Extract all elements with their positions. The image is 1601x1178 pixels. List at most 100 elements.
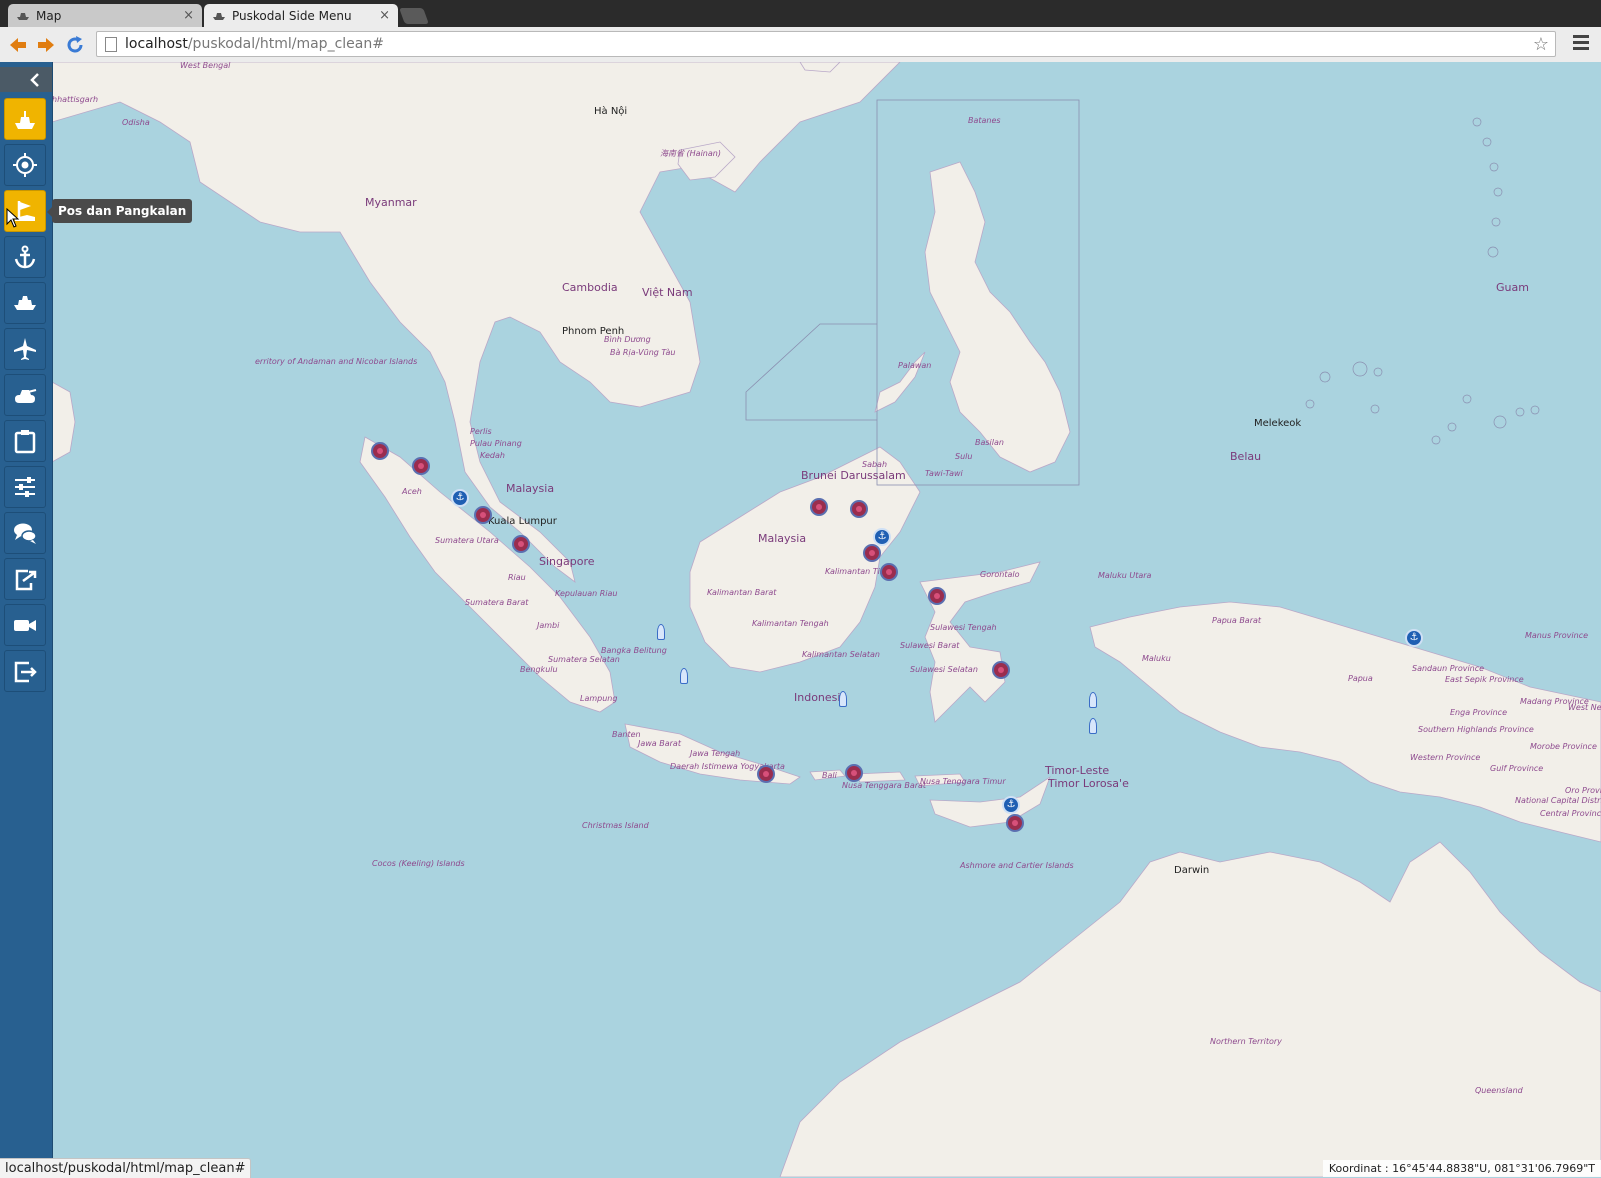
label-west-bengal: West Bengal — [180, 62, 231, 70]
menu-target-button[interactable] — [4, 144, 46, 186]
label-riau: Riau — [508, 573, 526, 582]
label-sulu: Sulu — [955, 452, 973, 461]
label-maluku-utara: Maluku Utara — [1098, 571, 1152, 580]
label-andaman: erritory of Andaman and Nicobar Islands — [255, 357, 418, 366]
label-southern-highlands: Southern Highlands Province — [1418, 725, 1534, 734]
label-ncd: National Capital District — [1515, 796, 1601, 805]
label-western-province: Western Province — [1410, 753, 1481, 762]
menu-anchor-button[interactable] — [4, 236, 46, 278]
ship-marker-icon[interactable] — [657, 624, 665, 640]
label-malaysia-east: Malaysia — [758, 532, 807, 545]
ship-marker-icon[interactable] — [680, 668, 688, 684]
menu-logout-button[interactable] — [4, 650, 46, 692]
base-marker[interactable] — [474, 506, 492, 524]
label-gulf-province: Gulf Province — [1490, 764, 1544, 773]
base-marker[interactable] — [880, 563, 898, 581]
base-marker[interactable] — [850, 500, 868, 518]
label-central-province: Central Province — [1540, 809, 1601, 818]
map-canvas[interactable]: West Bengal hhattisgarh Odisha Myanmar H… — [0, 62, 1601, 1177]
label-oro: Oro Province — [1565, 786, 1601, 795]
base-marker[interactable] — [810, 498, 828, 516]
reload-icon[interactable] — [64, 34, 86, 56]
ship-marker-icon[interactable] — [839, 691, 847, 707]
label-chhattisgarh: hhattisgarh — [52, 95, 99, 104]
anchor-marker-icon[interactable]: ⚓ — [1002, 796, 1020, 814]
label-darwin: Darwin — [1174, 865, 1210, 876]
anchor-icon — [14, 245, 36, 269]
label-malaysia-west: Malaysia — [506, 482, 555, 495]
anchor-marker-icon[interactable]: ⚓ — [1405, 629, 1423, 647]
menu-export-button[interactable] — [4, 558, 46, 600]
label-jawa-barat: Jawa Barat — [638, 739, 681, 748]
label-enga: Enga Province — [1450, 708, 1508, 717]
tab-label: Map — [36, 8, 62, 23]
tab-map[interactable]: Map × — [8, 4, 202, 27]
menu-camera-button[interactable] — [4, 604, 46, 646]
label-bali: Bali — [822, 771, 837, 780]
status-url: localhost/puskodal/html/map_clean# — [0, 1158, 252, 1178]
clipboard-icon — [14, 430, 36, 454]
label-kal-barat: Kalimantan Barat — [707, 588, 777, 597]
label-papua-barat: Papua Barat — [1212, 616, 1262, 625]
label-melekeok: Melekeok — [1254, 418, 1302, 429]
base-marker[interactable] — [412, 457, 430, 475]
anchor-marker-icon[interactable]: ⚓ — [873, 528, 891, 546]
airplane-icon — [14, 338, 36, 360]
back-icon[interactable] — [7, 34, 29, 56]
menu-tooltip: Pos dan Pangkalan — [46, 199, 193, 223]
label-tawi-tawi: Tawi-Tawi — [925, 469, 963, 478]
label-queensland: Queensland — [1475, 1086, 1523, 1095]
ship-marker-icon[interactable] — [1089, 692, 1097, 708]
ship-marker-icon[interactable] — [1089, 718, 1097, 734]
label-ntt: Nusa Tenggara Timur — [920, 777, 1006, 786]
base-marker[interactable] — [863, 544, 881, 562]
url-path: /puskodal/html/map_clean# — [187, 36, 384, 52]
label-ha-noi: Hà Nội — [594, 106, 628, 117]
label-sumatera-selatan: Sumatera Selatan — [548, 655, 620, 664]
base-marker[interactable] — [512, 535, 530, 553]
menu-clipboard-button[interactable] — [4, 420, 46, 462]
menu-vessel-button[interactable] — [4, 282, 46, 324]
chat-icon — [14, 523, 37, 544]
label-east-sepik: East Sepik Province — [1445, 675, 1524, 684]
tab-puskodal-side-menu[interactable]: Puskodal Side Menu × — [204, 4, 398, 27]
base-marker[interactable] — [757, 765, 775, 783]
new-tab-button[interactable] — [399, 8, 429, 24]
forward-icon[interactable] — [35, 34, 57, 56]
menu-ship-button[interactable] — [4, 98, 46, 140]
collapse-menu-button[interactable] — [0, 67, 52, 92]
label-sandaun: Sandaun Province — [1412, 664, 1485, 673]
base-marker[interactable] — [992, 661, 1010, 679]
menu-airplane-button[interactable] — [4, 328, 46, 370]
label-northern-territory: Northern Territory — [1210, 1037, 1282, 1046]
base-marker[interactable] — [1006, 814, 1024, 832]
bookmark-star-icon[interactable]: ☆ — [1533, 34, 1549, 55]
label-ba-ria: Bà Rịa-Vũng Tàu — [610, 348, 676, 357]
base-marker[interactable] — [928, 587, 946, 605]
label-morobe: Morobe Province — [1530, 742, 1597, 751]
coordinate-readout: Koordinat : 16°45'44.8838"U, 081°31'06.7… — [1322, 1160, 1601, 1177]
browser-tabbar: Map × Puskodal Side Menu × — [0, 0, 1601, 27]
label-basilan: Basilan — [975, 438, 1004, 447]
close-icon[interactable]: × — [379, 8, 390, 23]
browser-menu-icon[interactable] — [1573, 35, 1589, 51]
anchor-marker-icon[interactable]: ⚓ — [451, 489, 469, 507]
label-ntb: Nusa Tenggara Barat — [842, 781, 927, 790]
label-singapore: Singapore — [539, 555, 595, 568]
menu-chat-button[interactable] — [4, 512, 46, 554]
label-kedah: Kedah — [480, 451, 505, 460]
menu-tank-button[interactable] — [4, 374, 46, 416]
close-icon[interactable]: × — [183, 8, 194, 23]
base-marker[interactable] — [371, 442, 389, 460]
label-sulawesi-selatan: Sulawesi Selatan — [910, 665, 978, 674]
export-icon — [15, 569, 37, 591]
address-bar[interactable]: localhost/puskodal/html/map_clean# ☆ — [96, 31, 1556, 57]
tank-icon — [15, 389, 37, 403]
label-myanmar: Myanmar — [365, 196, 417, 209]
label-papua: Papua — [1348, 674, 1373, 683]
label-jawa-tengah: Jawa Tengah — [690, 749, 741, 758]
menu-settings-button[interactable] — [4, 466, 46, 508]
camera-icon — [14, 620, 36, 631]
base-marker[interactable] — [845, 764, 863, 782]
label-aceh: Aceh — [402, 487, 422, 496]
